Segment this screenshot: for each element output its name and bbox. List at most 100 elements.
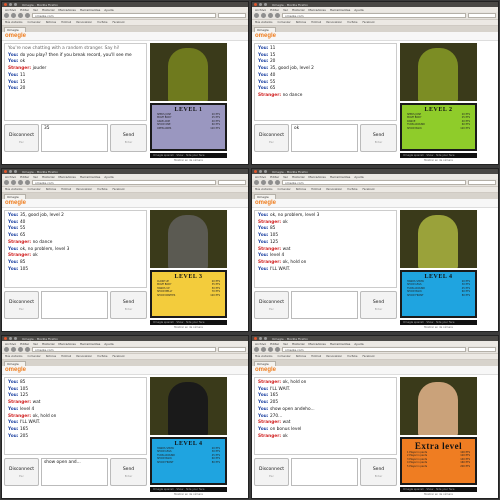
bookmark-item[interactable]: Más visitados <box>5 355 23 358</box>
home-icon[interactable] <box>25 180 30 185</box>
menu-item[interactable]: Marcadores <box>308 8 325 12</box>
bookmark-item[interactable]: Facebook <box>113 355 125 358</box>
menu-item[interactable]: Ver <box>283 175 288 179</box>
send-button[interactable]: Send Enter <box>110 124 147 152</box>
menu-item[interactable]: Archivo <box>5 342 16 346</box>
bookmark-item[interactable]: Más visitados <box>255 355 273 358</box>
search-input[interactable] <box>468 13 496 18</box>
menu-item[interactable]: Ver <box>33 8 38 12</box>
bookmark-item[interactable]: YouTube <box>347 188 358 191</box>
bookmark-item[interactable]: Personalizar <box>76 21 92 24</box>
reload-icon[interactable] <box>268 13 273 18</box>
bookmark-item[interactable]: Noticias <box>46 21 56 24</box>
menu-item[interactable]: Historial <box>42 342 54 346</box>
message-input[interactable]: ok <box>291 124 358 152</box>
menu-item[interactable]: Historial <box>42 175 54 179</box>
search-input[interactable] <box>468 347 496 352</box>
menu-item[interactable]: Herramientas <box>330 175 350 179</box>
search-input[interactable] <box>218 347 246 352</box>
address-bar[interactable]: omegle.com <box>282 347 466 352</box>
back-icon[interactable] <box>254 13 259 18</box>
menu-item[interactable]: Herramientas <box>80 8 100 12</box>
maximize-icon[interactable] <box>264 337 267 340</box>
bookmark-item[interactable]: Hotmail <box>61 355 71 358</box>
send-button[interactable]: Send Enter <box>360 291 397 319</box>
menu-item[interactable]: Marcadores <box>308 342 325 346</box>
maximize-icon[interactable] <box>264 170 267 173</box>
bookmark-item[interactable]: Más visitados <box>5 21 23 24</box>
maximize-icon[interactable] <box>14 170 17 173</box>
bookmark-item[interactable]: Noticias <box>296 188 306 191</box>
bookmark-item[interactable]: Comenzar <box>278 21 291 24</box>
bookmark-item[interactable]: YouTube <box>347 355 358 358</box>
close-icon[interactable] <box>4 3 7 6</box>
bookmark-item[interactable]: Facebook <box>363 188 375 191</box>
address-bar[interactable]: omegle.com <box>32 13 216 18</box>
menu-item[interactable]: Editar <box>270 8 279 12</box>
reload-icon[interactable] <box>268 180 273 185</box>
bookmark-item[interactable]: Personalizar <box>326 21 342 24</box>
forward-icon[interactable] <box>11 13 16 18</box>
bookmark-item[interactable]: Personalizar <box>326 355 342 358</box>
disconnect-button[interactable]: Disconnect Esc <box>254 124 289 152</box>
home-icon[interactable] <box>275 13 280 18</box>
address-bar[interactable]: omegle.com <box>282 180 466 185</box>
minimize-icon[interactable] <box>259 170 262 173</box>
menu-item[interactable]: Archivo <box>5 8 16 12</box>
message-input[interactable] <box>291 458 358 486</box>
bookmark-item[interactable]: Comenzar <box>28 21 41 24</box>
close-icon[interactable] <box>4 337 7 340</box>
menu-item[interactable]: Historial <box>292 342 304 346</box>
menu-item[interactable]: Herramientas <box>80 175 100 179</box>
bookmark-item[interactable]: Noticias <box>296 21 306 24</box>
menu-item[interactable]: Historial <box>292 175 304 179</box>
message-input[interactable] <box>291 291 358 319</box>
bookmark-item[interactable]: Noticias <box>296 355 306 358</box>
bookmark-item[interactable]: Personalizar <box>326 188 342 191</box>
maximize-icon[interactable] <box>264 3 267 6</box>
menu-item[interactable]: Archivo <box>255 342 266 346</box>
menu-item[interactable]: Marcadores <box>58 342 75 346</box>
bookmark-item[interactable]: Facebook <box>113 21 125 24</box>
maximize-icon[interactable] <box>14 3 17 6</box>
bookmark-item[interactable]: Más visitados <box>255 188 273 191</box>
bookmark-item[interactable]: Hotmail <box>61 21 71 24</box>
menu-item[interactable]: Herramientas <box>330 342 350 346</box>
disconnect-button[interactable]: Disconnect Esc <box>254 458 289 486</box>
reload-icon[interactable] <box>18 180 23 185</box>
address-bar[interactable]: omegle.com <box>282 13 466 18</box>
bookmark-item[interactable]: Hotmail <box>61 188 71 191</box>
search-input[interactable] <box>218 13 246 18</box>
menu-item[interactable]: Editar <box>20 342 29 346</box>
home-icon[interactable] <box>275 347 280 352</box>
bookmark-item[interactable]: Comenzar <box>28 355 41 358</box>
menu-item[interactable]: Ver <box>283 8 288 12</box>
bookmark-item[interactable]: Facebook <box>363 21 375 24</box>
menu-item[interactable]: Herramientas <box>330 8 350 12</box>
menu-item[interactable]: Archivo <box>255 8 266 12</box>
menu-item[interactable]: Ayuda <box>354 175 363 179</box>
send-button[interactable]: Send Enter <box>110 291 147 319</box>
close-icon[interactable] <box>254 170 257 173</box>
menu-item[interactable]: Archivo <box>5 175 16 179</box>
search-input[interactable] <box>218 180 246 185</box>
menu-item[interactable]: Editar <box>20 8 29 12</box>
menu-item[interactable]: Ayuda <box>104 342 113 346</box>
reload-icon[interactable] <box>18 347 23 352</box>
close-icon[interactable] <box>254 337 257 340</box>
bookmark-item[interactable]: YouTube <box>97 355 108 358</box>
menu-item[interactable]: Ver <box>283 342 288 346</box>
bookmark-item[interactable]: Hotmail <box>311 21 321 24</box>
back-icon[interactable] <box>4 347 9 352</box>
message-input[interactable] <box>41 291 108 319</box>
message-input[interactable]: show open and... <box>41 458 108 486</box>
address-bar[interactable]: omegle.com <box>32 180 216 185</box>
menu-item[interactable]: Editar <box>270 175 279 179</box>
send-button[interactable]: Send Enter <box>110 458 147 486</box>
home-icon[interactable] <box>25 347 30 352</box>
menu-item[interactable]: Ayuda <box>354 342 363 346</box>
back-icon[interactable] <box>254 347 259 352</box>
bookmark-item[interactable]: YouTube <box>97 188 108 191</box>
menu-item[interactable]: Ayuda <box>104 8 113 12</box>
back-icon[interactable] <box>4 13 9 18</box>
